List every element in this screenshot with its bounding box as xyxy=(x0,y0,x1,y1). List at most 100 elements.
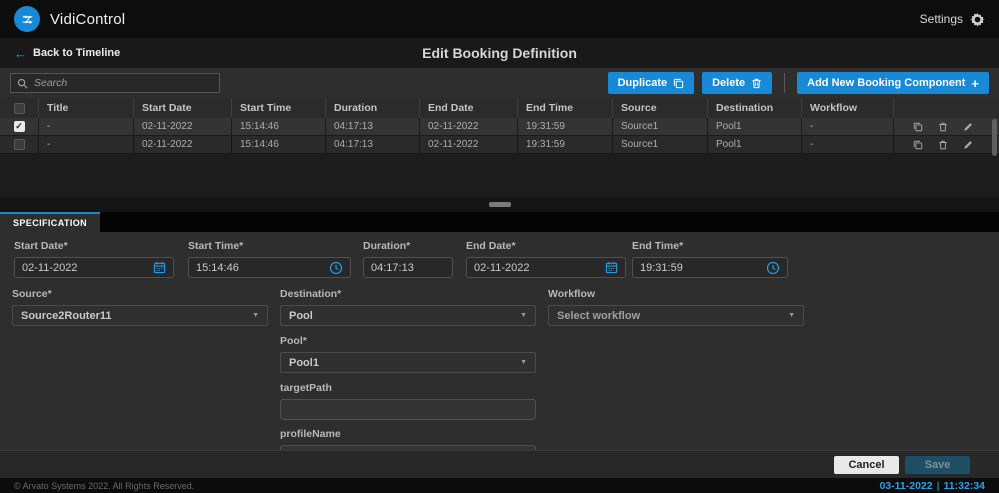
table-row[interactable]: - 02-11-2022 15:14:46 04:17:13 02-11-202… xyxy=(0,118,999,136)
form-action-bar: Cancel Save xyxy=(0,450,999,478)
duplicate-button[interactable]: Duplicate xyxy=(608,72,695,94)
start-date-field[interactable] xyxy=(14,257,174,278)
footer-time: 11:32:34 xyxy=(944,480,985,492)
col-workflow: Workflow xyxy=(801,98,893,118)
delete-button[interactable]: Delete xyxy=(702,72,772,94)
clock-icon[interactable] xyxy=(766,261,780,275)
start-time-field[interactable] xyxy=(188,257,351,278)
pool-label: Pool* xyxy=(280,335,536,347)
row-checkbox[interactable] xyxy=(14,121,25,132)
target-path-input[interactable] xyxy=(288,404,528,416)
table-scrollbar[interactable] xyxy=(992,119,997,156)
col-start-date: Start Date xyxy=(133,98,231,118)
end-time-label: End Time* xyxy=(632,240,788,252)
col-end-date: End Date xyxy=(419,98,517,118)
tab-bar: SPECIFICATION xyxy=(0,212,999,232)
specification-form: Start Date* Start Time* xyxy=(0,232,999,450)
vidicontrol-logo-icon xyxy=(14,6,40,32)
toolbar-divider xyxy=(784,73,785,93)
destination-value: Pool xyxy=(289,310,520,322)
end-date-input[interactable] xyxy=(474,262,605,274)
row-checkbox[interactable] xyxy=(14,139,25,150)
end-time-input[interactable] xyxy=(640,262,766,274)
row-delete-icon[interactable] xyxy=(938,140,948,150)
start-time-label: Start Time* xyxy=(188,240,351,252)
toolbar: Duplicate Delete Add New Booki xyxy=(0,68,999,98)
back-arrow-icon: ← xyxy=(14,47,27,60)
start-time-input[interactable] xyxy=(196,262,329,274)
cell-start-time: 15:14:46 xyxy=(231,136,325,153)
cell-end-date: 02-11-2022 xyxy=(419,118,517,135)
calendar-icon[interactable] xyxy=(153,261,166,274)
chevron-down-icon: ▼ xyxy=(520,359,527,366)
gear-icon[interactable] xyxy=(970,12,985,27)
chevron-down-icon: ▼ xyxy=(252,312,259,319)
col-source: Source xyxy=(612,98,707,118)
cell-duration: 04:17:13 xyxy=(325,118,419,135)
footer-datetime: 03-11-2022 | 11:32:34 xyxy=(879,480,985,492)
add-new-booking-component-button[interactable]: Add New Booking Component + xyxy=(797,72,989,94)
app-header: VidiControl Settings xyxy=(0,0,999,38)
cell-start-time: 15:14:46 xyxy=(231,118,325,135)
tab-specification-label: SPECIFICATION xyxy=(13,218,87,228)
end-date-label: End Date* xyxy=(466,240,626,252)
add-label: Add New Booking Component xyxy=(807,77,965,89)
copy-icon xyxy=(673,78,684,89)
row-delete-icon[interactable] xyxy=(938,122,948,132)
row-copy-icon[interactable] xyxy=(913,140,923,150)
save-button[interactable]: Save xyxy=(905,456,970,474)
settings-control[interactable]: Settings xyxy=(920,12,985,27)
table-header-row: Title Start Date Start Time Duration End… xyxy=(0,98,999,118)
trash-icon xyxy=(751,78,762,89)
footer: © Arvato Systems 2022. All Rights Reserv… xyxy=(0,478,999,493)
workflow-dropdown[interactable]: Select workflow ▼ xyxy=(548,305,804,326)
cell-start-date: 02-11-2022 xyxy=(133,118,231,135)
cell-workflow: - xyxy=(801,136,893,153)
search-box[interactable] xyxy=(10,73,220,93)
page-title: Edit Booking Definition xyxy=(0,45,999,61)
cell-end-date: 02-11-2022 xyxy=(419,136,517,153)
plus-icon: + xyxy=(971,76,979,91)
end-time-field[interactable] xyxy=(632,257,788,278)
col-duration: Duration xyxy=(325,98,419,118)
row-copy-icon[interactable] xyxy=(913,122,923,132)
search-input[interactable] xyxy=(34,77,213,89)
cell-title: - xyxy=(38,136,133,153)
clock-icon[interactable] xyxy=(329,261,343,275)
target-path-field[interactable] xyxy=(280,399,536,420)
back-to-timeline-link[interactable]: ← Back to Timeline xyxy=(14,47,120,60)
col-start-time: Start Time xyxy=(231,98,325,118)
row-edit-icon[interactable] xyxy=(963,122,973,132)
source-label: Source* xyxy=(12,288,268,300)
footer-date: 03-11-2022 xyxy=(879,480,932,492)
cell-title: - xyxy=(38,118,133,135)
target-path-label: targetPath xyxy=(280,382,536,394)
calendar-icon[interactable] xyxy=(605,261,618,274)
end-date-field[interactable] xyxy=(466,257,626,278)
duration-field[interactable] xyxy=(363,257,453,278)
cell-source: Source1 xyxy=(612,118,707,135)
splitter-drag-handle[interactable] xyxy=(489,202,511,207)
delete-label: Delete xyxy=(712,77,745,89)
table-row[interactable]: - 02-11-2022 15:14:46 04:17:13 02-11-202… xyxy=(0,136,999,154)
duration-label: Duration* xyxy=(363,240,453,252)
cancel-button[interactable]: Cancel xyxy=(834,456,899,474)
destination-dropdown[interactable]: Pool ▼ xyxy=(280,305,536,326)
cell-start-date: 02-11-2022 xyxy=(133,136,231,153)
source-value: Source2Router11 xyxy=(21,310,252,322)
start-date-input[interactable] xyxy=(22,262,153,274)
search-icon xyxy=(17,78,28,89)
tab-specification[interactable]: SPECIFICATION xyxy=(0,212,100,232)
workflow-value: Select workflow xyxy=(557,310,788,322)
source-dropdown[interactable]: Source2Router11 ▼ xyxy=(12,305,268,326)
select-all-checkbox[interactable] xyxy=(14,103,25,114)
row-edit-icon[interactable] xyxy=(963,140,973,150)
duration-input[interactable] xyxy=(371,262,445,274)
cell-end-time: 19:31:59 xyxy=(517,136,612,153)
settings-label[interactable]: Settings xyxy=(920,12,963,26)
col-end-time: End Time xyxy=(517,98,612,118)
footer-separator: | xyxy=(937,480,940,492)
profile-name-label: profileName xyxy=(280,428,536,440)
cell-source: Source1 xyxy=(612,136,707,153)
pool-dropdown[interactable]: Pool1 ▼ xyxy=(280,352,536,373)
